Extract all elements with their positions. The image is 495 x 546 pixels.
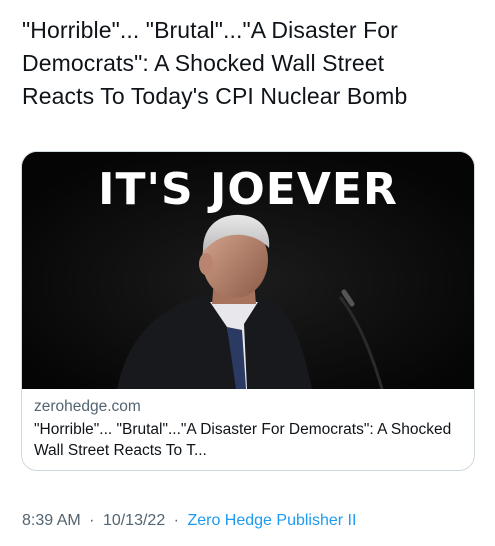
link-preview-card[interactable]: IT'S JOEVER zerohedge.com "Horrible"... … [21, 151, 475, 471]
meta-separator: · [89, 512, 95, 529]
tweet-time[interactable]: 8:39 AM [22, 512, 81, 529]
image-headline: IT'S JOEVER [98, 164, 398, 215]
tweet-text: "Horrible"... "Brutal"..."A Disaster For… [22, 17, 408, 109]
card-image[interactable]: IT'S JOEVER [22, 152, 474, 389]
tweet-meta: 8:39 AM · 10/13/22 · Zero Hedge Publishe… [22, 511, 356, 531]
meta-separator: · [173, 512, 179, 529]
tweet-date[interactable]: 10/13/22 [103, 512, 165, 529]
tweet-source-link[interactable]: Zero Hedge Publisher II [187, 512, 356, 529]
card-domain: zerohedge.com [34, 398, 141, 415]
card-title[interactable]: "Horrible"... "Brutal"..."A Disaster For… [34, 419, 462, 461]
card-meta: zerohedge.com "Horrible"... "Brutal"..."… [22, 389, 474, 461]
